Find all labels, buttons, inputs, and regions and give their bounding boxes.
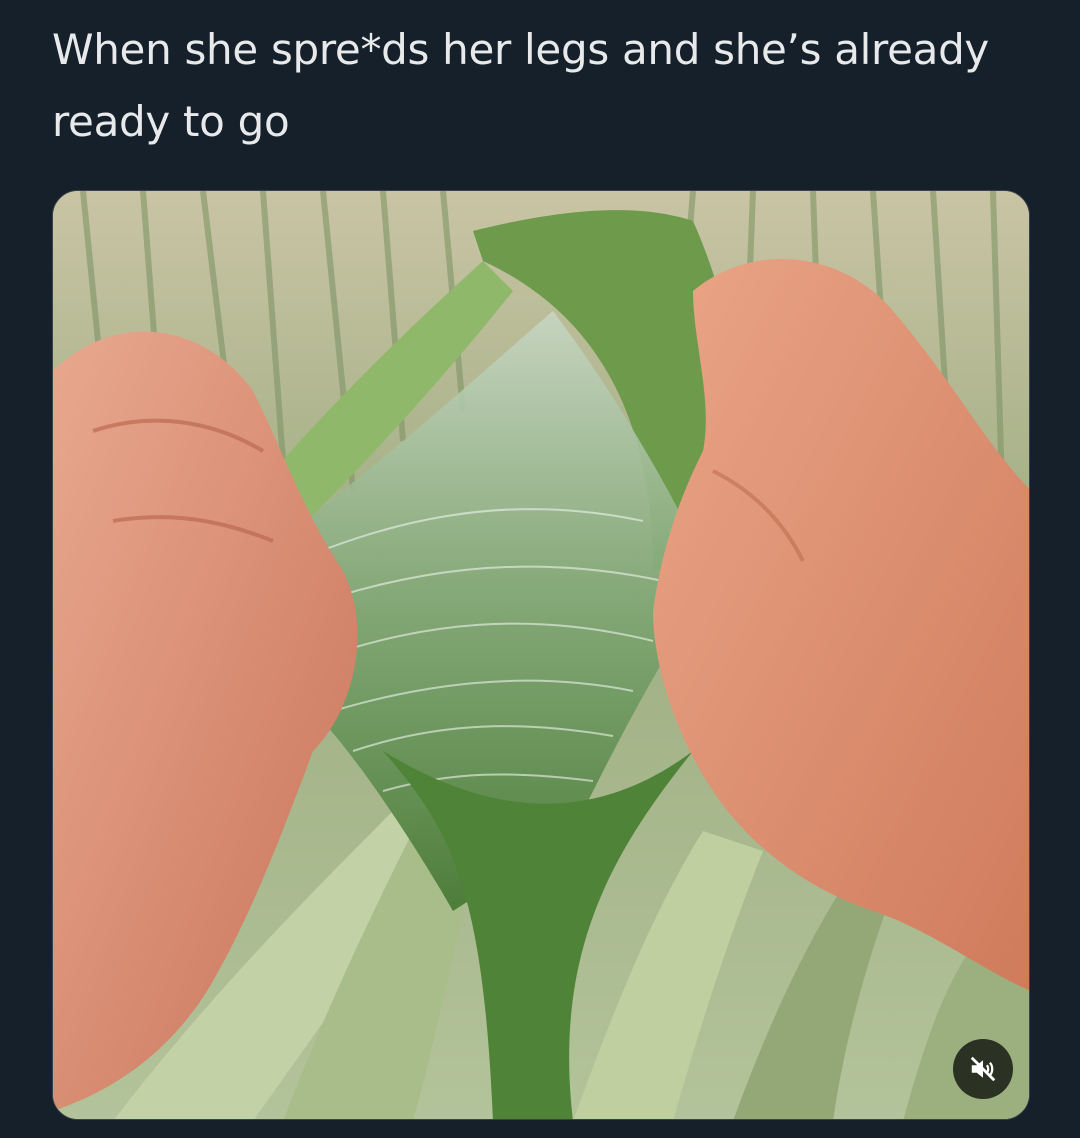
tweet-post: When she spre*ds her legs and she’s alre… (0, 0, 1080, 1138)
video-player[interactable] (52, 190, 1030, 1120)
post-text: When she spre*ds her legs and she’s alre… (52, 25, 1003, 147)
mute-toggle-button[interactable] (953, 1039, 1013, 1099)
video-frame (53, 191, 1029, 1119)
speaker-muted-icon (970, 1056, 996, 1082)
